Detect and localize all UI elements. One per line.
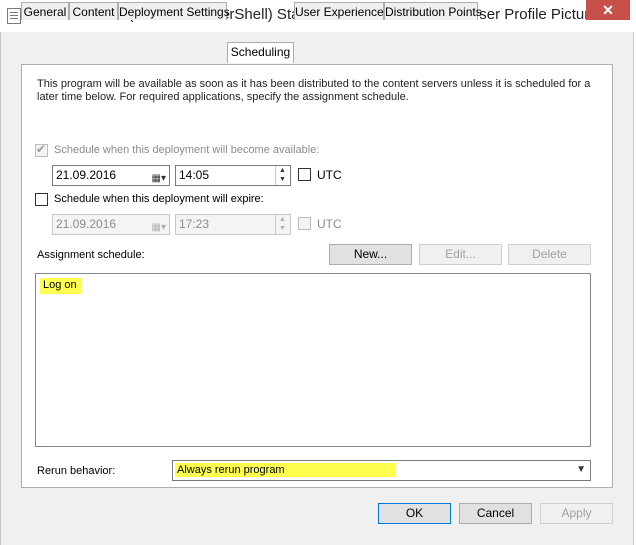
delete-schedule-button[interactable]: Delete [508, 244, 591, 265]
time-spin-buttons[interactable]: ▲ ▼ [275, 166, 290, 185]
available-utc-checkbox[interactable] [298, 168, 311, 181]
tab-content[interactable]: Content [69, 2, 118, 20]
edit-schedule-button[interactable]: Edit... [419, 244, 502, 265]
spin-up-icon[interactable]: ▲ [279, 167, 286, 175]
expire-time-value: 17:23 [179, 217, 210, 231]
expire-utc-checkbox[interactable] [298, 217, 311, 230]
check-icon: ✔ [36, 142, 47, 156]
tab-user-experience[interactable]: User Experience [294, 2, 384, 20]
time-spin-buttons[interactable]: ▲ ▼ [275, 215, 290, 234]
expire-schedule-checkbox[interactable] [35, 193, 48, 206]
rerun-behavior-label: Rerun behavior: [37, 465, 116, 477]
available-schedule-label: Schedule when this deployment will becom… [54, 144, 320, 156]
calendar-icon[interactable]: ▦▾ [152, 169, 166, 188]
apply-button[interactable]: Apply [540, 503, 613, 524]
close-button[interactable]: ✕ [586, 0, 630, 20]
chevron-down-icon[interactable]: ▼ [576, 464, 586, 475]
ok-button[interactable]: OK [378, 503, 451, 524]
available-utc-label: UTC [317, 168, 342, 182]
spin-up-icon[interactable]: ▲ [279, 216, 286, 224]
assignment-schedule-list[interactable]: Log on [35, 273, 591, 447]
available-time-value: 14:05 [179, 168, 210, 182]
tab-distribution-points[interactable]: Distribution Points [384, 2, 482, 20]
rerun-behavior-value: Always rerun program [175, 463, 395, 477]
available-schedule-checkbox[interactable]: ✔ [35, 142, 48, 157]
available-date-value: 21.09.2016 [56, 168, 117, 182]
tab-general[interactable]: General [21, 2, 69, 20]
tab-deployment-settings[interactable]: Deployment Settings [118, 2, 230, 20]
close-icon: ✕ [602, 2, 614, 18]
available-date-picker[interactable]: 21.09.2016 ▦▾ [52, 165, 170, 186]
spin-down-icon[interactable]: ▼ [279, 225, 286, 233]
cancel-button[interactable]: Cancel [459, 503, 532, 524]
assignment-schedule-label: Assignment schedule: [37, 249, 145, 261]
calendar-icon[interactable]: ▦▾ [152, 218, 166, 237]
window-document-icon [7, 8, 21, 24]
new-schedule-button[interactable]: New... [329, 244, 412, 265]
list-item[interactable]: Log on [40, 278, 82, 294]
scheduling-description: This program will be available as soon a… [37, 78, 591, 103]
expire-date-picker[interactable]: 21.09.2016 ▦▾ [52, 214, 170, 235]
expire-schedule-label: Schedule when this deployment will expir… [54, 193, 264, 205]
spin-down-icon[interactable]: ▼ [279, 176, 286, 184]
expire-utc-label: UTC [317, 217, 342, 231]
tab-scheduling[interactable]: Scheduling [227, 42, 294, 63]
available-time-spinner[interactable]: 14:05 ▲ ▼ [175, 165, 291, 186]
expire-date-value: 21.09.2016 [56, 217, 117, 231]
rerun-behavior-select[interactable]: Always rerun program ▼ [172, 460, 591, 481]
expire-time-spinner[interactable]: 17:23 ▲ ▼ [175, 214, 291, 235]
